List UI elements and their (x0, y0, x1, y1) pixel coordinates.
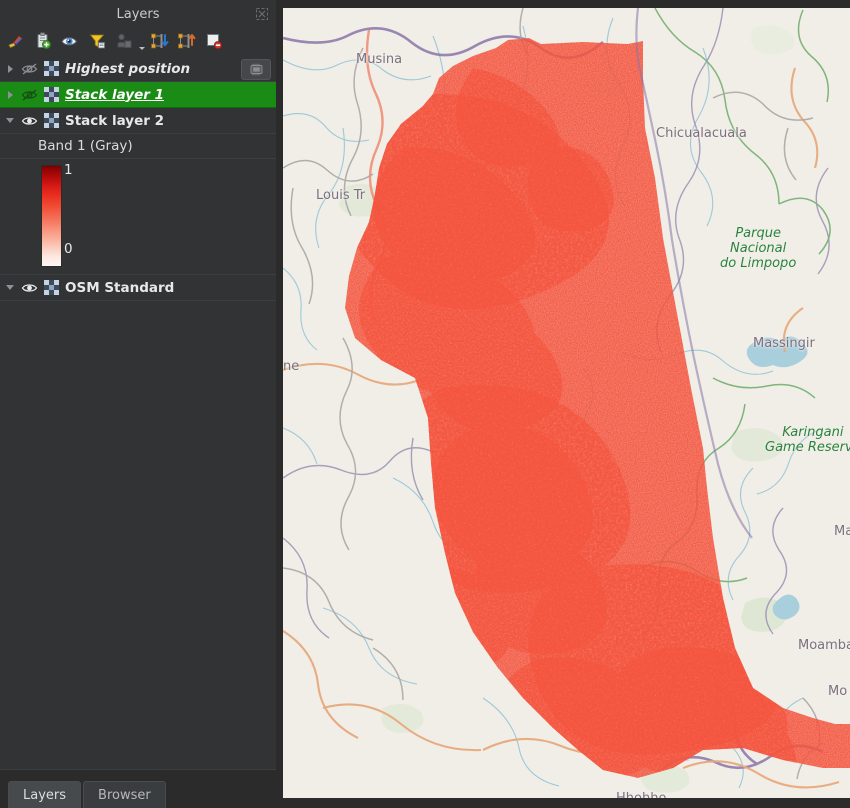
raster-band-label: Band 1 (Gray) (0, 134, 276, 159)
raster-layer-icon (40, 61, 62, 76)
filter-expression-icon[interactable] (110, 29, 137, 53)
expand-all-icon[interactable] (146, 29, 173, 53)
expand-collapse-icon[interactable] (2, 90, 18, 99)
raster-layer-icon (40, 113, 62, 128)
layer-name: Stack layer 2 (65, 112, 164, 129)
map-canvas[interactable]: Musina Louis Tr ne Chicualacuala Massing… (283, 8, 850, 798)
float-panel-icon[interactable] (256, 8, 268, 20)
eye-icon[interactable] (56, 29, 83, 53)
collapse-all-icon[interactable] (173, 29, 200, 53)
band-name: Band 1 (Gray) (38, 138, 133, 154)
layer-name: OSM Standard (65, 279, 175, 296)
expand-collapse-icon[interactable] (2, 118, 18, 123)
memory-layer-indicator-icon[interactable] (241, 59, 271, 80)
paintbrush-icon[interactable] (2, 29, 29, 53)
ramp-min-label: 0 (64, 241, 73, 257)
filter-expression-dropdown-arrow[interactable] (137, 28, 146, 55)
tab-browser[interactable]: Browser (83, 781, 166, 808)
expand-collapse-icon[interactable] (2, 285, 18, 290)
layer-row-stack-layer-1[interactable]: Stack layer 1 (0, 82, 276, 108)
raster-layer-icon (40, 280, 62, 295)
layers-toolbar (0, 28, 276, 54)
layers-panel: Layers Highest position Stack layer 1 St… (0, 0, 276, 808)
layer-name: Stack layer 1 (65, 86, 164, 103)
layer-name: Highest position (65, 60, 191, 77)
layer-row-osm-standard[interactable]: OSM Standard (0, 275, 276, 301)
raster-layer-icon (40, 87, 62, 102)
visibility-visible-icon[interactable] (18, 281, 40, 295)
ramp-max-label: 1 (64, 162, 73, 178)
visibility-hidden-icon[interactable] (18, 62, 40, 76)
layer-row-highest-position[interactable]: Highest position (0, 56, 276, 82)
tab-layers[interactable]: Layers (8, 781, 82, 808)
expand-collapse-icon[interactable] (2, 64, 18, 73)
layers-panel-title: Layers (116, 6, 160, 22)
layer-tree: Highest position Stack layer 1 Stack lay… (0, 54, 276, 769)
map-render (283, 8, 850, 798)
layers-panel-title-bar: Layers (0, 0, 276, 28)
color-ramp-legend: 1 0 (0, 159, 276, 275)
map-canvas-area[interactable]: Musina Louis Tr ne Chicualacuala Massing… (283, 0, 850, 808)
remove-layer-icon[interactable] (200, 29, 227, 53)
add-group-icon[interactable] (29, 29, 56, 53)
layer-row-stack-layer-2[interactable]: Stack layer 2 (0, 108, 276, 134)
visibility-visible-icon[interactable] (18, 114, 40, 128)
panel-tab-bar: Layers Browser (0, 769, 276, 808)
qgis-window: Layers Highest position Stack layer 1 St… (0, 0, 850, 808)
visibility-hidden-icon[interactable] (18, 88, 40, 102)
color-ramp-swatch (41, 165, 62, 267)
funnel-icon[interactable] (83, 29, 110, 53)
